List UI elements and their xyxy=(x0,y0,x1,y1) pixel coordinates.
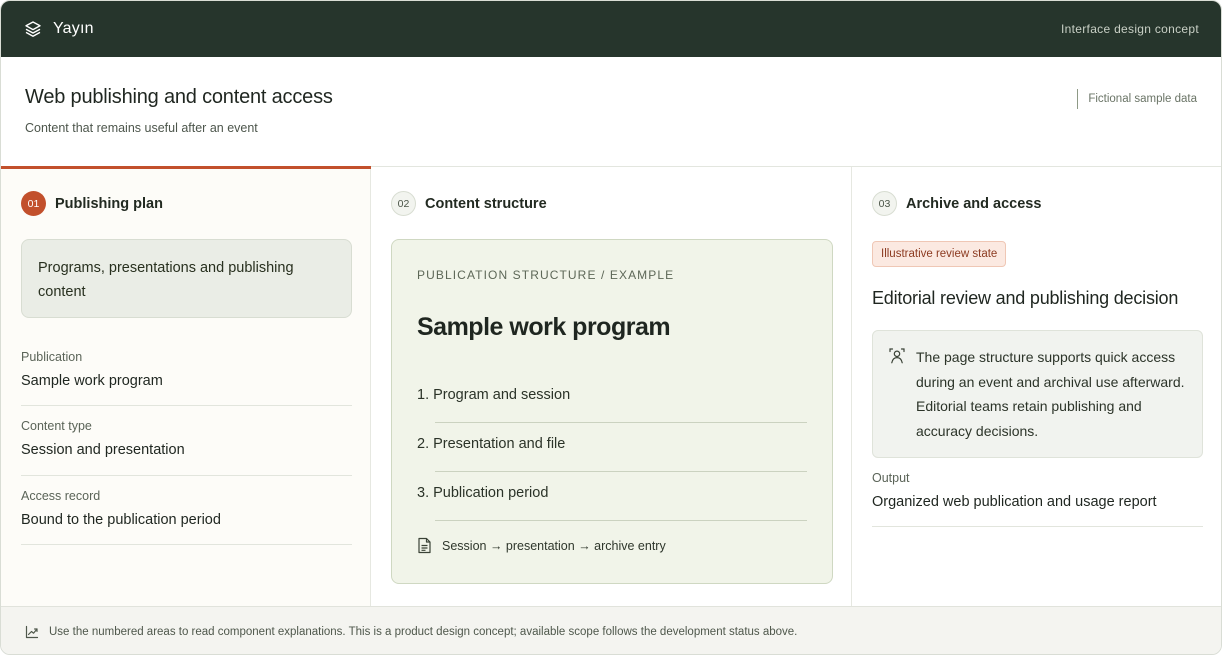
step-columns: 01 Publishing plan Programs, presentatio… xyxy=(1,166,1221,606)
list-item: 3. Publication period xyxy=(417,472,807,521)
footer-bar: Use the numbered areas to read component… xyxy=(1,606,1221,654)
sample-data-note: Fictional sample data xyxy=(1077,89,1197,109)
field-value: Bound to the publication period xyxy=(21,512,221,528)
field-label: Content type xyxy=(21,419,92,433)
field-value: Sample work program xyxy=(21,373,163,389)
column-title: Publishing plan xyxy=(55,195,163,212)
divider xyxy=(435,520,807,521)
page-title: Web publishing and content access xyxy=(25,86,333,108)
chart-trend-icon xyxy=(25,625,39,638)
status-badge: Illustrative review state xyxy=(872,241,1007,267)
column-content-structure[interactable]: 02 Content structure PUBLICATION STRUCTU… xyxy=(371,167,852,606)
structure-steps: 1. Program and session 2. Presentation a… xyxy=(417,374,807,521)
field-label: Publication xyxy=(21,350,83,364)
column-title: Content structure xyxy=(425,195,547,212)
page-subtitle: Content that remains useful after an eve… xyxy=(25,121,258,135)
publication-structure-card: PUBLICATION STRUCTURE / EXAMPLE Sample w… xyxy=(391,239,833,584)
list-item: 1. Program and session xyxy=(417,374,807,423)
field-label: Output xyxy=(872,471,910,485)
top-bar: Yayın Interface design concept xyxy=(1,1,1221,57)
field-output: Output Organized web publication and usa… xyxy=(872,471,1203,527)
step-number-badge: 03 xyxy=(872,191,897,216)
page-header: Web publishing and content access Conten… xyxy=(1,57,1221,167)
field-value: Session and presentation xyxy=(21,442,185,458)
concept-label: Interface design concept xyxy=(1061,22,1199,36)
card-title: Sample work program xyxy=(417,313,671,341)
step-number-badge: 01 xyxy=(21,191,46,216)
active-indicator xyxy=(1,166,371,169)
column-title: Archive and access xyxy=(906,195,1042,212)
layers-icon xyxy=(25,21,41,37)
footer-text: Use the numbered areas to read component… xyxy=(49,625,798,638)
step-label: 3. Publication period xyxy=(417,485,549,501)
brand[interactable]: Yayın xyxy=(23,19,94,39)
field-content-type: Content type Session and presentation xyxy=(21,419,352,476)
reviewer-icon xyxy=(889,348,905,364)
list-item: 2. Presentation and file xyxy=(417,423,807,472)
column-archive-access[interactable]: 03 Archive and access Illustrative revie… xyxy=(852,167,1221,606)
review-note-box: The page structure supports quick access… xyxy=(872,330,1203,458)
review-title: Editorial review and publishing decision xyxy=(872,288,1179,308)
step-number-badge: 02 xyxy=(391,191,416,216)
document-icon xyxy=(418,537,431,554)
field-publication: Publication Sample work program xyxy=(21,350,352,406)
column-publishing-plan[interactable]: 01 Publishing plan Programs, presentatio… xyxy=(1,166,371,606)
card-eyebrow: PUBLICATION STRUCTURE / EXAMPLE xyxy=(417,268,675,282)
plan-summary-box: Programs, presentations and publishing c… xyxy=(21,239,352,318)
column-header[interactable]: 02 Content structure xyxy=(391,191,547,216)
field-value: Organized web publication and usage repo… xyxy=(872,494,1157,510)
field-access-record: Access record Bound to the publication p… xyxy=(21,489,352,545)
step-label: 1. Program and session xyxy=(417,387,571,403)
field-label: Access record xyxy=(21,489,101,503)
card-footer: Session → presentation → archive entry xyxy=(417,537,666,554)
review-note-text: The page structure supports quick access… xyxy=(916,349,1185,439)
column-header[interactable]: 03 Archive and access xyxy=(872,191,1041,216)
step-label: 2. Presentation and file xyxy=(417,436,566,452)
app-frame: Yayın Interface design concept Web publi… xyxy=(0,0,1222,655)
card-footer-text: Session → presentation → archive entry xyxy=(442,538,666,553)
brand-name: Yayın xyxy=(53,20,94,37)
column-header[interactable]: 01 Publishing plan xyxy=(21,191,163,216)
